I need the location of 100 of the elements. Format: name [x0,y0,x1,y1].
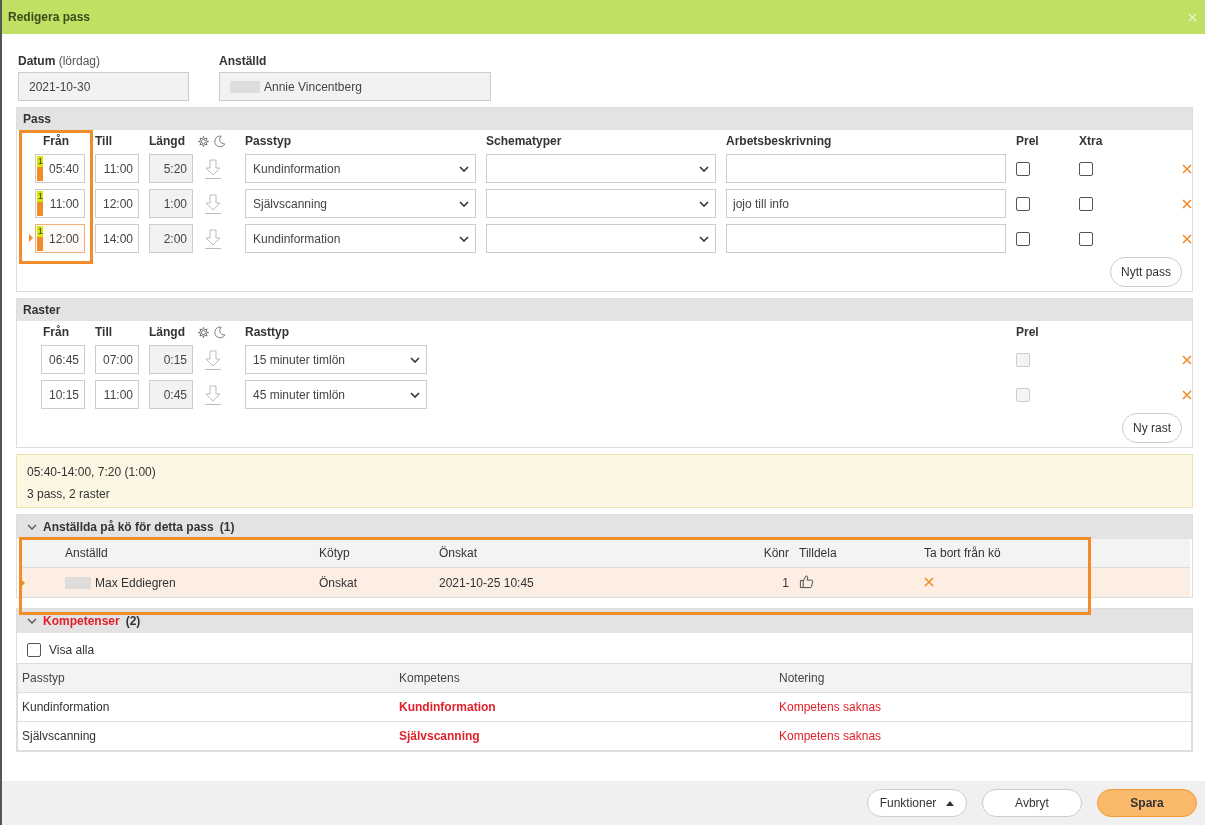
download-arrow-icon[interactable] [203,192,223,215]
prel-checkbox[interactable] [1016,231,1030,246]
chevron-down-icon [699,165,709,172]
xtra-checkbox[interactable] [1079,231,1093,246]
schedule-type-dropdown[interactable] [486,189,716,218]
gear-icon[interactable] [197,325,210,339]
column-header: Till [95,134,114,148]
checkbox-label: Visa alla [49,643,95,657]
section-title: Kompetenser [43,614,120,628]
window-title: Redigera pass [8,10,91,24]
chevron-down-icon [699,200,709,207]
chevron-down-icon [459,165,469,172]
section-header: Raster [17,299,1192,321]
column-header: Prel [1016,134,1040,148]
column-header: Rasttyp [245,325,290,339]
delete-icon[interactable] [924,576,934,587]
shift-type-dropdown[interactable]: Självscanning [245,189,476,218]
functions-menu-button[interactable]: Funktioner [867,789,967,817]
delete-icon[interactable] [1182,198,1192,209]
current-row-marker-icon [21,579,25,587]
summary-text: 05:40-14:00, 7:20 (1:00) [27,465,157,479]
prel-checkbox[interactable] [1016,196,1030,211]
date-field[interactable]: 2021-10-30 [18,72,189,101]
duration-field[interactable]: 5:20 [149,154,193,183]
time-field[interactable]: 1 11:00 [35,189,85,218]
column-header: Längd [149,325,186,339]
close-icon[interactable] [1188,12,1197,22]
section-header: Pass [17,108,1192,130]
column-header: Kötyp [319,546,351,560]
download-arrow-icon[interactable] [203,383,223,406]
caret-up-icon [946,800,955,806]
count-badge: 1 [37,226,43,251]
time-field[interactable]: 1 12:00 [35,224,85,253]
download-arrow-icon[interactable] [203,157,223,180]
chevron-down-icon [459,200,469,207]
column-header: Kompetens [399,671,461,685]
queue-row[interactable]: Max Eddiegren Önskat 2021-10-25 10:45 1 [19,568,1190,597]
column-header: Önskat [439,546,478,560]
xtra-checkbox[interactable] [1079,161,1093,176]
cancel-button[interactable]: Avbryt [982,789,1082,817]
table-cell-text: Självscanning [399,729,481,743]
column-header: Passtyp [245,134,293,148]
delete-icon[interactable] [1182,163,1192,174]
shift-type-dropdown[interactable]: Kundinformation [245,154,476,183]
gear-icon[interactable] [197,134,210,148]
time-field[interactable]: 14:00 [95,224,139,253]
count-badge: 1 [37,191,43,216]
moon-icon[interactable] [213,134,226,148]
show-all-checkbox[interactable] [27,643,41,657]
blurred-block [65,576,91,589]
date-label: Datum (lördag) [18,54,102,68]
employee-field[interactable]: Annie Vincentberg [219,72,491,101]
table-cell-text: 2021-10-25 10:45 [439,575,535,590]
time-field[interactable]: 1 05:40 [35,154,85,183]
count-text: (2) [125,614,141,628]
download-arrow-icon[interactable] [203,227,223,250]
time-field[interactable]: 11:00 [95,154,139,183]
table-cell-text: Kundinformation [399,700,497,714]
column-header: Anställd [64,546,109,560]
schedule-type-dropdown[interactable] [486,224,716,253]
column-header: Xtra [1079,134,1104,148]
chevron-down-icon [410,391,420,398]
table-cell-text: Självscanning [22,729,98,743]
column-header: Arbetsbeskrivning [726,134,833,148]
chevron-down-icon [459,235,469,242]
thumbs-up-icon[interactable] [799,573,814,589]
new-shift-button[interactable]: Nytt pass [1110,257,1182,287]
shift-type-dropdown[interactable]: Kundinformation [245,224,476,253]
chevron-down-icon [699,235,709,242]
save-button[interactable]: Spara [1097,789,1197,817]
delete-icon[interactable] [1182,354,1192,365]
schedule-type-dropdown[interactable] [486,154,716,183]
count-text: (1) [219,520,235,534]
column-header: Ta bort från kö [924,546,1002,560]
duration-field[interactable]: 2:00 [149,224,193,253]
column-header: Från [42,134,70,148]
table-cell-text: 1 [781,575,790,590]
section-title: Anställda på kö för detta pass [43,520,214,534]
delete-icon[interactable] [1182,233,1192,244]
moon-icon[interactable] [213,325,226,339]
delete-icon[interactable] [1182,389,1192,400]
new-break-button[interactable]: Ny rast [1122,413,1182,443]
description-field[interactable] [726,154,1006,183]
column-header: Längd [149,134,186,148]
column-header: Notering [779,671,826,685]
download-arrow-icon[interactable] [203,348,223,371]
chevron-down-icon [410,356,420,363]
section-header[interactable]: Anställda på kö för detta pass (1) [17,515,1192,539]
duration-field[interactable]: 1:00 [149,189,193,218]
xtra-checkbox[interactable] [1079,196,1093,211]
column-header: Från [42,325,70,339]
column-header: Tilldela [799,546,838,560]
description-field[interactable]: jojo till info [726,189,1006,218]
summary-text: 3 pass, 2 raster [27,487,111,501]
column-header: Till [95,325,114,339]
prel-checkbox[interactable] [1016,161,1030,176]
employee-label: Anställd [219,54,268,68]
time-field[interactable]: 12:00 [95,189,139,218]
section-header[interactable]: Kompetenser (2) [17,609,1192,633]
description-field[interactable] [726,224,1006,253]
